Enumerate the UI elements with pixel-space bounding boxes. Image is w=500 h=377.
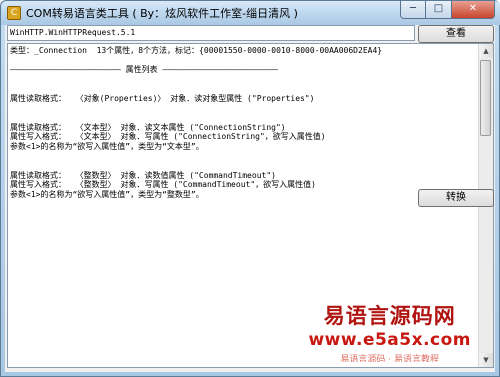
watermark-url: www.e5a5x.com: [308, 330, 471, 350]
progid-input[interactable]: WinHTTP.WinHTTPRequest.5.1: [7, 25, 415, 41]
app-icon: C: [7, 6, 21, 20]
view-button[interactable]: 查看: [418, 25, 494, 43]
scroll-thumb[interactable]: [480, 60, 491, 136]
watermark-sub: 易语言源码 · 易语言教程: [340, 355, 440, 362]
maximize-button[interactable]: □: [426, 1, 452, 19]
title-bar[interactable]: C COM转易语言类工具 ( By：炫风软件工作室-缁日清风 ) ─ □ ✕: [1, 1, 500, 25]
caption-buttons: ─ □ ✕: [400, 1, 495, 19]
convert-button[interactable]: 转换: [418, 189, 494, 207]
minimize-button[interactable]: ─: [400, 1, 426, 19]
app-window: C COM转易语言类工具 ( By：炫风软件工作室-缁日清风 ) ─ □ ✕ W…: [0, 0, 500, 377]
output-text: 类型：_Connection 13个属性，8个方法，标记：{00001550-0…: [10, 46, 383, 199]
close-button[interactable]: ✕: [452, 1, 495, 19]
scroll-up-icon[interactable]: ▲: [479, 44, 493, 58]
watermark-title: 易语言源码网: [323, 303, 456, 328]
client-area: WinHTTP.WinHTTPRequest.5.1 查看 类型：_Connec…: [5, 25, 495, 372]
site-watermark: 易语言源码网 www.e5a5x.com 易语言源码 · 易语言教程: [308, 300, 471, 362]
window-title: COM转易语言类工具 ( By：炫风软件工作室-缁日清风 ): [26, 7, 298, 20]
scroll-down-icon[interactable]: ▼: [479, 353, 493, 367]
